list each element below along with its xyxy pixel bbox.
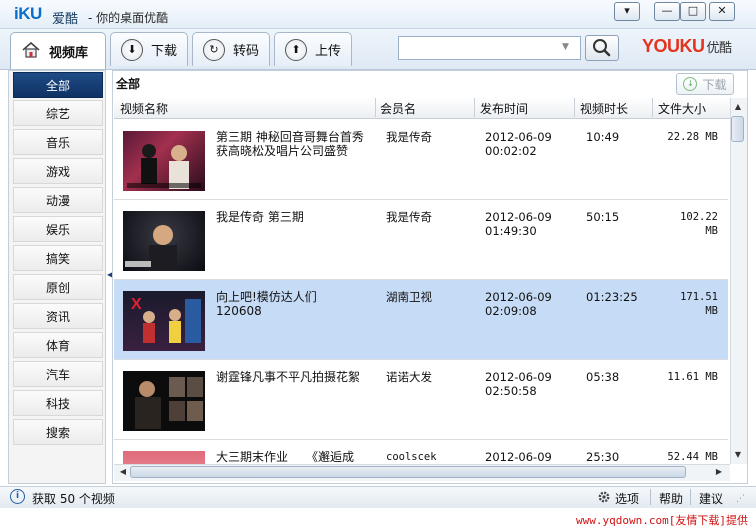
video-duration: 25:30 xyxy=(586,450,620,464)
table-header xyxy=(114,97,730,119)
video-size: 171.51 MB xyxy=(680,291,718,317)
sidebar-item-funny[interactable]: 搞笑 xyxy=(13,245,103,271)
video-user[interactable]: 湖南卫视 xyxy=(386,290,432,304)
search-icon xyxy=(586,39,618,63)
column-header-size[interactable]: 文件大小 xyxy=(658,100,706,117)
video-publish-time: 2012-06-09 00:02:02 xyxy=(485,130,552,158)
table-row[interactable]: 第三期 神秘回音哥舞台首秀 获高晓松及唱片公司盛赞 我是传奇 2012-06-0… xyxy=(114,120,728,200)
video-publish-time: 2012-06-09 xyxy=(485,450,552,464)
horizontal-scroll-thumb[interactable] xyxy=(130,466,686,478)
video-duration: 05:38 xyxy=(586,370,620,384)
tab-download[interactable]: ⬇ 下载 xyxy=(110,32,188,66)
table-row[interactable]: 谢霆锋凡事不平凡拍摄花絮 诺诺大发 2012-06-09 02:50:58 05:… xyxy=(114,360,728,440)
video-thumbnail[interactable] xyxy=(123,211,205,271)
video-duration: 50:15 xyxy=(586,210,620,224)
svg-text:X: X xyxy=(131,296,142,313)
video-thumbnail[interactable]: X xyxy=(123,291,205,351)
tab-label: 转码 xyxy=(233,44,260,59)
scroll-down-arrow-icon[interactable]: ▼ xyxy=(731,448,745,462)
convert-icon: ↻ xyxy=(203,38,225,61)
sidebar-item-tech[interactable]: 科技 xyxy=(13,390,103,416)
upload-icon: ⬆ xyxy=(285,38,307,61)
column-header-duration[interactable]: 视频时长 xyxy=(580,100,628,117)
app-name: 爱酷 xyxy=(52,12,79,27)
video-user[interactable]: 我是传奇 xyxy=(386,130,432,144)
sidebar-item-original[interactable]: 原创 xyxy=(13,274,103,300)
tab-label: 下载 xyxy=(151,44,178,59)
search-input[interactable] xyxy=(398,36,581,60)
video-duration: 01:23:25 xyxy=(586,290,638,304)
tab-label: 上传 xyxy=(315,44,342,59)
sidebar-item-entertainment[interactable]: 娱乐 xyxy=(13,216,103,242)
sidebar-item-sports[interactable]: 体育 xyxy=(13,332,103,358)
tab-convert[interactable]: ↻ 转码 xyxy=(192,32,270,66)
download-icon: ⬇ xyxy=(121,38,143,61)
panel-title: 全部 xyxy=(116,77,141,91)
column-header-title[interactable]: 视频名称 xyxy=(120,100,168,117)
info-icon: i xyxy=(10,489,25,504)
sidebar-item-auto[interactable]: 汽车 xyxy=(13,361,103,387)
app-subtitle: - 你的桌面优酷 xyxy=(88,11,169,25)
video-size: 22.28 MB xyxy=(667,131,718,143)
download-icon: ↓ xyxy=(683,77,698,91)
scroll-up-arrow-icon[interactable]: ▲ xyxy=(731,100,745,114)
scroll-right-arrow-icon[interactable]: ▶ xyxy=(712,465,726,479)
video-thumbnail[interactable] xyxy=(123,451,205,464)
table-row[interactable]: 我是传奇 第三期 我是传奇 2012-06-09 01:49:30 50:15 1… xyxy=(114,200,728,280)
video-title[interactable]: 向上吧!模仿达人们 120608 xyxy=(216,290,366,318)
video-thumbnail[interactable] xyxy=(123,371,205,431)
vertical-scrollbar[interactable] xyxy=(730,98,747,464)
sidebar-item-all[interactable]: 全部 xyxy=(13,72,103,98)
search-history-dropdown[interactable]: ▼ xyxy=(562,42,569,52)
table-row[interactable]: X 向上吧!模仿达人们 120608 湖南卫视 2012-06-09 02:09:… xyxy=(114,280,728,360)
video-publish-time: 2012-06-09 02:09:08 xyxy=(485,290,552,318)
sidebar-item-anime[interactable]: 动漫 xyxy=(13,187,103,213)
maximize-button[interactable]: □ xyxy=(680,2,706,21)
download-button[interactable]: ↓ 下载 xyxy=(676,73,734,95)
feedback-button[interactable]: 建议 xyxy=(699,490,723,507)
minimize-button[interactable]: — xyxy=(654,2,680,21)
video-user[interactable]: 诺诺大发 xyxy=(386,370,432,384)
status-text: 获取 50 个视频 xyxy=(32,492,115,506)
video-size: 102.22 MB xyxy=(680,211,718,237)
vertical-scroll-thumb[interactable] xyxy=(731,116,744,142)
video-user[interactable]: coolscek xyxy=(386,450,437,464)
tab-upload[interactable]: ⬆ 上传 xyxy=(274,32,352,66)
video-title[interactable]: 大三期末作业 《邂逅成 xyxy=(216,450,376,464)
resize-grip-icon[interactable]: ⋰ xyxy=(736,494,745,504)
video-size: 11.61 MB xyxy=(667,371,718,383)
tab-video-library[interactable]: 视频库 xyxy=(10,32,106,69)
credit-text: www.yqdown.com[友情下载]提供 xyxy=(576,514,748,527)
tab-label: 视频库 xyxy=(49,45,89,61)
sidebar-item-games[interactable]: 游戏 xyxy=(13,158,103,184)
video-publish-time: 2012-06-09 01:49:30 xyxy=(485,210,552,238)
close-button[interactable]: ✕ xyxy=(709,2,735,21)
download-label: 下载 xyxy=(702,77,727,92)
options-button[interactable]: 选项 xyxy=(615,490,639,507)
home-icon xyxy=(21,41,41,62)
sidebar-item-variety[interactable]: 综艺 xyxy=(13,100,103,126)
menu-dropdown-button[interactable]: ▾ xyxy=(614,2,640,21)
table-row[interactable]: 大三期末作业 《邂逅成 coolscek 2012-06-09 25:30 52… xyxy=(114,440,728,464)
gear-icon[interactable] xyxy=(597,490,611,507)
video-publish-time: 2012-06-09 02:50:58 xyxy=(485,370,552,398)
column-header-date[interactable]: 发布时间 xyxy=(480,100,528,117)
video-duration: 10:49 xyxy=(586,130,620,144)
video-user[interactable]: 我是传奇 xyxy=(386,210,432,224)
search-button[interactable] xyxy=(585,35,619,61)
app-logo: iKU xyxy=(14,4,42,23)
column-header-user[interactable]: 会员名 xyxy=(380,100,416,117)
video-thumbnail[interactable] xyxy=(123,131,205,191)
sidebar-item-search[interactable]: 搜索 xyxy=(13,419,103,445)
video-title[interactable]: 谢霆锋凡事不平凡拍摄花絮 xyxy=(216,370,366,384)
youku-brand-logo: YOUKU 优酷 xyxy=(642,36,732,56)
help-button[interactable]: 帮助 xyxy=(659,490,683,507)
sidebar-item-music[interactable]: 音乐 xyxy=(13,129,103,155)
sidebar-item-news[interactable]: 资讯 xyxy=(13,303,103,329)
video-title[interactable]: 第三期 神秘回音哥舞台首秀 获高晓松及唱片公司盛赞 xyxy=(216,130,366,158)
video-title[interactable]: 我是传奇 第三期 xyxy=(216,210,366,224)
category-sidebar: 全部 综艺 音乐 游戏 动漫 娱乐 搞笑 原创 资讯 体育 汽车 科技 搜索 xyxy=(8,70,106,484)
video-size: 52.44 MB xyxy=(667,451,718,463)
scroll-left-arrow-icon[interactable]: ◀ xyxy=(116,465,130,479)
